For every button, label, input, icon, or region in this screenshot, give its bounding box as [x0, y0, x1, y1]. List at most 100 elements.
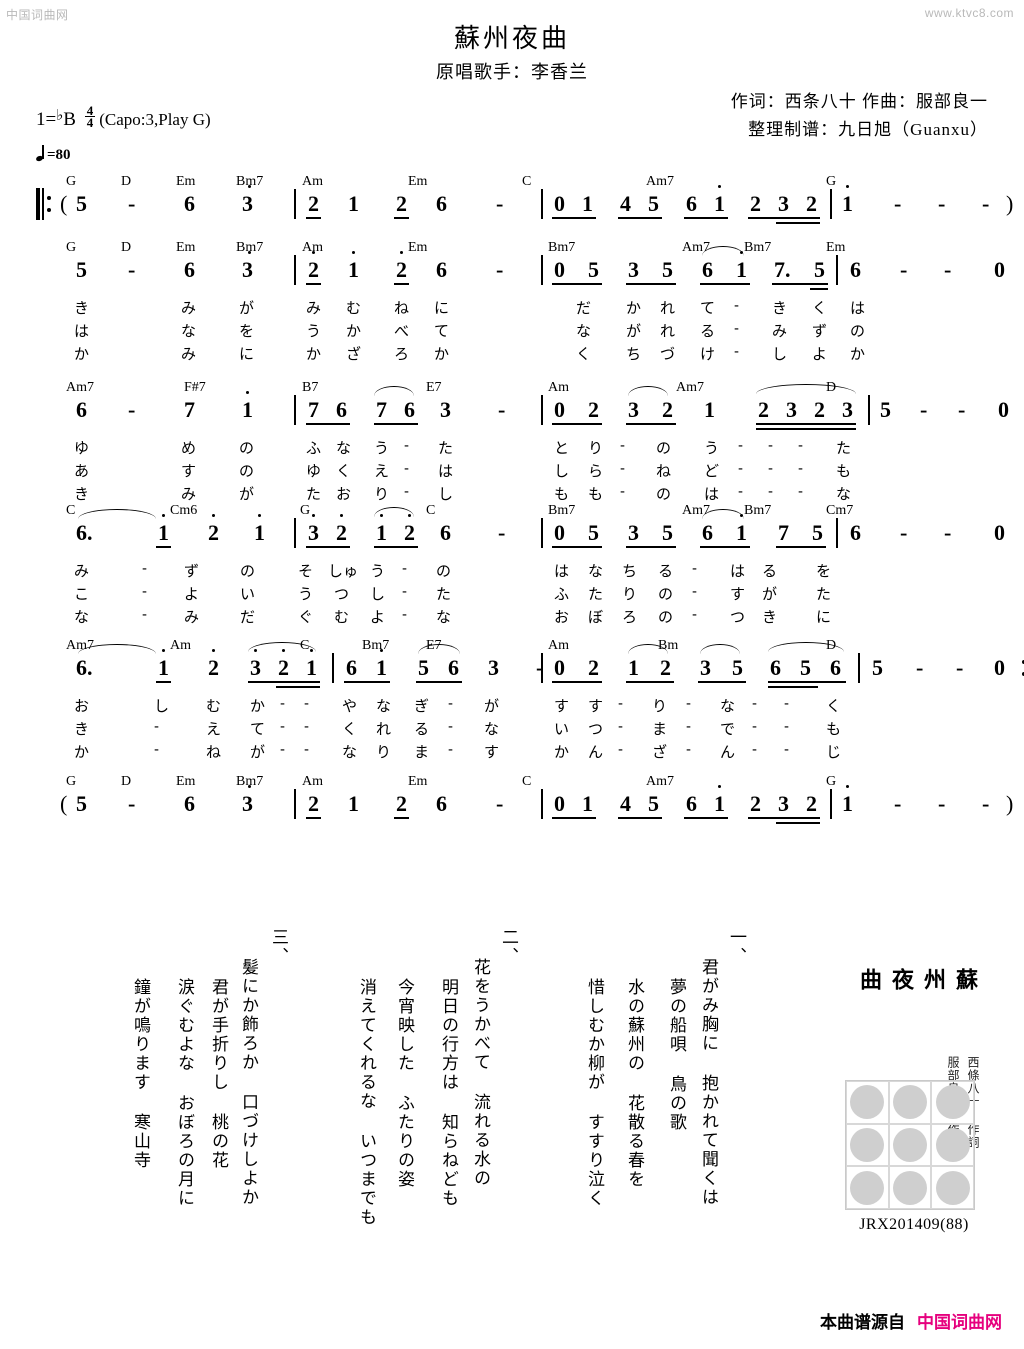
lyric-syllable: り — [652, 698, 668, 715]
barline — [294, 189, 297, 219]
lyric-syllable: は — [730, 563, 746, 580]
lyric-syllable: が — [239, 486, 255, 503]
lyric-syllable: な — [588, 563, 604, 580]
lyric-row-3: か - ね が - - な り ま - す か ん - ざ - ん - - じ — [36, 741, 988, 764]
beam — [776, 546, 826, 549]
verse-3-col-2: 君が手折りし 桃の花 — [209, 978, 228, 1170]
lyric-syllable: が — [762, 586, 778, 603]
note-dash: - — [128, 791, 136, 816]
lyric-syllable: る — [762, 563, 778, 580]
chord-symbol: C — [426, 503, 436, 518]
lyric-syllable: け — [700, 346, 716, 363]
note: 0 — [554, 791, 565, 816]
lyric-row-1: お し む か - - や な ぎ - が す す - り - な - - く — [36, 695, 988, 718]
note: 0 — [994, 655, 1005, 680]
note: 2 — [278, 655, 289, 680]
footer-source-link[interactable]: 中国词曲网 — [917, 1313, 1002, 1332]
note: 1 — [582, 791, 593, 816]
lyric-syllable: る — [658, 563, 674, 580]
lyric-syllable: か — [250, 698, 266, 715]
chord-symbol: Am — [302, 774, 323, 789]
note-row: ( 5 - 6 3 2 1 2 6 - 0 1 4 5 6 1 2 3 2 1 … — [36, 785, 1013, 825]
beam — [552, 546, 602, 549]
lyric-syllable: う — [374, 440, 390, 457]
chord-symbol: G — [66, 240, 77, 255]
lyric-syllable: と — [554, 440, 570, 457]
lyric-syllable: も — [836, 463, 852, 480]
verse-2-col-1: 花をうかべて 流れる水の — [471, 958, 490, 1188]
chord-symbol: Am — [170, 638, 191, 653]
note: 2 — [396, 257, 407, 282]
lyric-syllable: じ — [826, 744, 842, 761]
verse-number-3: 三、 — [269, 928, 288, 966]
lyric-dash: - — [280, 695, 285, 712]
chord-row: G D Em Bm7 Am Em C Am7 G — [36, 774, 988, 791]
beam — [156, 681, 171, 684]
credits: 作词：西条八十 作曲：服部良一 整理制谱：九日旭（Guanxu） — [731, 88, 988, 144]
lyric-syllable: か — [306, 346, 322, 363]
lyric-syllable: か — [850, 346, 866, 363]
note: 6 — [436, 791, 447, 816]
note: 1 — [376, 520, 387, 545]
lyric-dash: - — [738, 460, 743, 477]
chord-row: G D Em Bm7 Am Em Bm7 Am7 Bm7 Em — [36, 240, 988, 257]
lyric-row-2: は な を う か べ て な が れ る - み ず の — [36, 320, 988, 343]
verse-1-col-4: 惜しむか柳が すすり泣く — [585, 978, 604, 1208]
lyric-dash: - — [142, 560, 147, 577]
lyric-syllable: む — [346, 300, 362, 317]
capo-note: (Capo:3,Play G) — [99, 110, 211, 129]
note: 2 — [662, 397, 673, 422]
lyric-syllable: ざ — [346, 346, 362, 363]
page-title: 蘇州夜曲 — [453, 24, 570, 53]
note: 6 — [184, 257, 195, 282]
note-dash: - — [938, 791, 946, 816]
note: 7. — [774, 257, 791, 282]
lyric-dash: - — [784, 741, 789, 758]
lyric-row-1: ゆ め の ふ な う - た と り - の う - - - た — [36, 437, 988, 460]
lyric-syllable: に — [239, 346, 255, 363]
note: 6 — [404, 397, 415, 422]
lyric-dash: - — [768, 483, 773, 500]
chord-symbol: D — [121, 774, 132, 789]
lyric-dash: - — [142, 583, 147, 600]
chord-symbol: Em — [826, 240, 846, 255]
lyric-syllable: て — [700, 300, 716, 317]
lyric-syllable: り — [622, 586, 638, 603]
lyric-syllable: く — [342, 721, 358, 738]
note: 2 — [660, 655, 671, 680]
lyric-syllable: き — [74, 721, 90, 738]
barline — [541, 189, 544, 219]
beam — [756, 423, 856, 426]
seal-cell — [931, 1081, 974, 1124]
seal-cell — [888, 1081, 932, 1124]
chord-symbol: Am7 — [676, 380, 704, 395]
beam — [684, 217, 728, 220]
beam — [552, 283, 602, 286]
note-close-paren: ) — [1006, 191, 1014, 216]
barline — [294, 789, 297, 819]
note: 7 — [184, 397, 195, 422]
chord-symbol: Am7 — [646, 174, 674, 189]
note: 2 — [806, 791, 817, 816]
note: 1 — [736, 520, 747, 545]
lyric-dash: - — [768, 460, 773, 477]
lyric-syllable: た — [306, 486, 322, 503]
note: 0 — [994, 257, 1005, 282]
beam-second — [768, 686, 818, 689]
lyric-syllable: な — [576, 323, 592, 340]
lyric-dash: - — [448, 718, 453, 735]
note: 0 — [554, 191, 565, 216]
lyric-syllable: や — [342, 698, 358, 715]
lyric-syllable: で — [720, 721, 736, 738]
lyric-dash: - — [154, 741, 159, 758]
verse-1-col-3: 水の蘇州の 花散る春を — [625, 978, 644, 1189]
lyric-syllable: つ — [730, 609, 746, 626]
lyric-syllable: か — [554, 744, 570, 761]
note-row: ( 5 - 6 3 2 1 2 6 - 0 1 4 5 6 1 2 3 2 1 … — [36, 185, 1013, 225]
lyric-syllable: の — [239, 463, 255, 480]
lyric-syllable: の — [850, 323, 866, 340]
chord-symbol: Em — [176, 240, 196, 255]
lyric-syllable: ん — [588, 744, 604, 761]
lyric-dash: - — [304, 718, 309, 735]
lyric-syllable: に — [816, 609, 832, 626]
